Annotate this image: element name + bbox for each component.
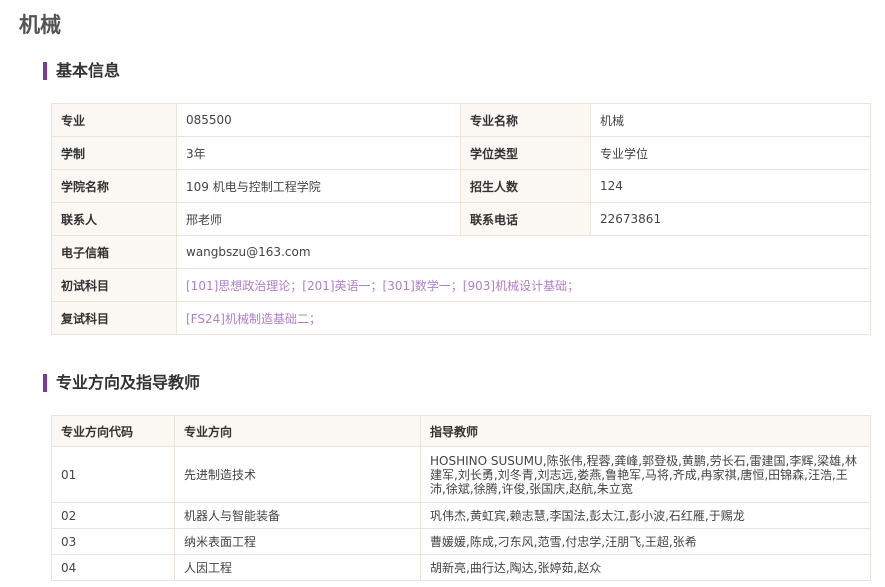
- table-row: 01 先进制造技术 HOSHINO SUSUMU,陈张伟,程蓉,龚峰,郭登极,黄…: [51, 446, 871, 503]
- info-row-retest: 复试科目 [FS24]机械制造基础二；: [51, 301, 871, 335]
- directions-header-row: 专业方向代码 专业方向 指导教师: [51, 415, 871, 447]
- directions-section-title: 专业方向及指导教师: [43, 374, 200, 392]
- duration-value: 3年: [176, 136, 461, 170]
- info-row-duration: 学制 3年 学位类型 专业学位: [51, 136, 871, 170]
- info-row-major: 专业 085500 专业名称 机械: [51, 103, 871, 137]
- enrollment-value: 124: [590, 169, 871, 203]
- info-row-email: 电子信箱 wangbszu@163.com: [51, 235, 871, 269]
- direction-advisors: HOSHINO SUSUMU,陈张伟,程蓉,龚峰,郭登极,黄鹏,劳长石,雷建国,…: [420, 446, 871, 503]
- header-advisors: 指导教师: [420, 415, 871, 447]
- direction-advisors: 巩伟杰,黄虹宾,赖志慧,李国法,彭太江,彭小波,石红雁,于赐龙: [420, 502, 871, 529]
- direction-code: 03: [51, 528, 175, 555]
- info-row-college: 学院名称 109 机电与控制工程学院 招生人数 124: [51, 169, 871, 203]
- header-direction-name: 专业方向: [174, 415, 421, 447]
- email-label: 电子信箱: [51, 235, 177, 269]
- major-name-value: 机械: [590, 103, 871, 137]
- phone-label: 联系电话: [460, 202, 591, 236]
- contact-value: 邢老师: [176, 202, 461, 236]
- major-code-label: 专业: [51, 103, 177, 137]
- major-name-label: 专业名称: [460, 103, 591, 137]
- initial-exam-label: 初试科目: [51, 268, 177, 302]
- direction-code: 02: [51, 502, 175, 529]
- table-row: 04 人因工程 胡新亮,曲行达,陶达,张婷茹,赵众: [51, 554, 871, 581]
- direction-name: 人因工程: [174, 554, 421, 581]
- retest-label: 复试科目: [51, 301, 177, 335]
- contact-label: 联系人: [51, 202, 177, 236]
- basic-info-table: 专业 085500 专业名称 机械 学制 3年 学位类型 专业学位 学院名称 1…: [51, 103, 871, 335]
- direction-advisors: 曹媛媛,陈成,刁东风,范雪,付忠学,汪朋飞,王超,张希: [420, 528, 871, 555]
- college-label: 学院名称: [51, 169, 177, 203]
- page-title: 机械: [19, 13, 61, 37]
- info-row-contact: 联系人 邢老师 联系电话 22673861: [51, 202, 871, 236]
- info-row-initial-exam: 初试科目 [101]思想政治理论；[201]英语一；[301]数学一；[903]…: [51, 268, 871, 302]
- degree-type-label: 学位类型: [460, 136, 591, 170]
- initial-exam-subjects: [101]思想政治理论；[201]英语一；[301]数学一；[903]机械设计基…: [176, 268, 871, 302]
- direction-name: 纳米表面工程: [174, 528, 421, 555]
- email-value: wangbszu@163.com: [176, 235, 871, 269]
- major-code-value: 085500: [176, 103, 461, 137]
- direction-code: 01: [51, 446, 175, 503]
- table-row: 02 机器人与智能装备 巩伟杰,黄虹宾,赖志慧,李国法,彭太江,彭小波,石红雁,…: [51, 502, 871, 529]
- directions-table: 专业方向代码 专业方向 指导教师 01 先进制造技术 HOSHINO SUSUM…: [51, 415, 871, 581]
- table-row: 03 纳米表面工程 曹媛媛,陈成,刁东风,范雪,付忠学,汪朋飞,王超,张希: [51, 528, 871, 555]
- duration-label: 学制: [51, 136, 177, 170]
- direction-code: 04: [51, 554, 175, 581]
- degree-type-value: 专业学位: [590, 136, 871, 170]
- direction-name: 机器人与智能装备: [174, 502, 421, 529]
- college-value: 109 机电与控制工程学院: [176, 169, 461, 203]
- direction-name: 先进制造技术: [174, 446, 421, 503]
- phone-value: 22673861: [590, 202, 871, 236]
- retest-subjects: [FS24]机械制造基础二；: [176, 301, 871, 335]
- enrollment-label: 招生人数: [460, 169, 591, 203]
- header-direction-code: 专业方向代码: [51, 415, 175, 447]
- basic-info-section-title: 基本信息: [43, 62, 120, 80]
- direction-advisors: 胡新亮,曲行达,陶达,张婷茹,赵众: [420, 554, 871, 581]
